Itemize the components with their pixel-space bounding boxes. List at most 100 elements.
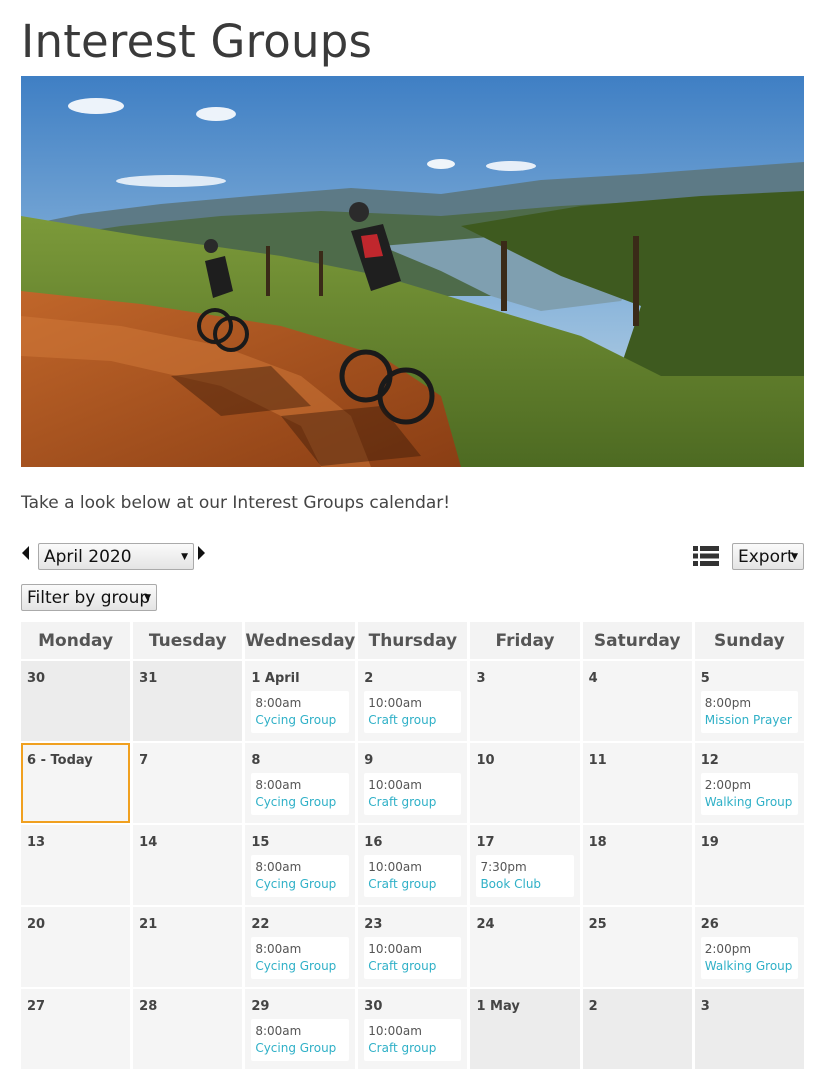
caret-down-icon: ▼ (144, 593, 151, 603)
event-title-link[interactable]: Walking Group (705, 794, 794, 811)
event-time: 10:00am (368, 942, 422, 956)
calendar-day-cell[interactable]: 22 8:00am Cycing Group (245, 907, 356, 987)
filter-by-group-dropdown[interactable]: Filter by group ▼ (21, 584, 157, 611)
calendar-day-cell[interactable]: 17 7:30pm Book Club (470, 825, 580, 905)
day-number: 11 (588, 753, 607, 768)
calendar-event[interactable]: 10:00am Craft group (364, 1019, 462, 1061)
calendar-event[interactable]: 8:00am Cycing Group (251, 937, 350, 979)
day-number: 5 (700, 671, 710, 686)
calendar-day-cell[interactable]: 21 (133, 907, 243, 987)
day-number: 2 (364, 671, 374, 686)
day-number: 15 (251, 835, 270, 850)
calendar-day-cell[interactable]: 4 (582, 661, 692, 741)
day-number: 2 (588, 999, 598, 1014)
calendar-day-cell[interactable]: 16 10:00am Craft group (358, 825, 468, 905)
calendar-week-row: 13 14 15 8:00am Cycing Group 16 10:00am Craft g… (21, 825, 804, 905)
export-dropdown[interactable]: Export ▼ (732, 543, 804, 570)
calendar-day-cell[interactable]: 1 May (470, 989, 580, 1069)
event-title-link[interactable]: Cycing Group (255, 958, 345, 975)
calendar-day-cell[interactable]: 6 - Today (21, 743, 131, 823)
calendar-day-cell[interactable]: 28 (133, 989, 243, 1069)
event-time: 10:00am (368, 696, 422, 710)
calendar-day-cell[interactable]: 25 (582, 907, 692, 987)
calendar-day-cell[interactable]: 23 10:00am Craft group (358, 907, 468, 987)
calendar-event[interactable]: 2:00pm Walking Group (700, 773, 798, 815)
list-icon[interactable] (693, 545, 719, 567)
event-title-link[interactable]: Craft group (368, 794, 457, 811)
event-time: 8:00am (255, 778, 302, 792)
calendar-event[interactable]: 8:00am Cycing Group (251, 1019, 350, 1061)
event-time: 8:00am (255, 942, 302, 956)
calendar-day-cell[interactable]: 2 (582, 989, 692, 1069)
calendar-day-cell[interactable]: 19 (694, 825, 804, 905)
weekday-header-row: Monday Tuesday Wednesday Thursday Friday… (21, 622, 804, 659)
calendar-day-cell[interactable]: 15 8:00am Cycing Group (245, 825, 356, 905)
event-time: 10:00am (368, 778, 422, 792)
triangle-left-icon[interactable] (22, 546, 29, 560)
event-title-link[interactable]: Walking Group (705, 958, 794, 975)
day-number: 1 April (251, 671, 300, 686)
calendar-day-cell[interactable]: 30 10:00am Craft group (358, 989, 468, 1069)
calendar-week-row: 20 21 22 8:00am Cycing Group 23 10:00am Craft g… (21, 907, 804, 987)
event-title-link[interactable]: Cycing Group (255, 1040, 345, 1057)
weekday-header: Saturday (582, 622, 692, 659)
event-title-link[interactable]: Cycing Group (255, 794, 345, 811)
calendar-day-cell[interactable]: 30 (21, 661, 131, 741)
event-title-link[interactable]: Cycing Group (255, 876, 345, 893)
calendar-day-cell[interactable]: 9 10:00am Craft group (358, 743, 468, 823)
event-title-link[interactable]: Book Club (480, 876, 569, 893)
calendar-event[interactable]: 8:00am Cycing Group (251, 691, 350, 733)
calendar-event[interactable]: 2:00pm Walking Group (700, 937, 798, 979)
calendar-day-cell[interactable]: 31 (133, 661, 243, 741)
calendar-event[interactable]: 8:00am Cycing Group (251, 855, 350, 897)
calendar-day-cell[interactable]: 29 8:00am Cycing Group (245, 989, 356, 1069)
calendar-day-cell[interactable]: 12 2:00pm Walking Group (694, 743, 804, 823)
calendar-event[interactable]: 10:00am Craft group (364, 773, 462, 815)
calendar-event[interactable]: 8:00pm Mission Prayer (700, 691, 798, 733)
calendar-day-cell[interactable]: 27 (21, 989, 131, 1069)
calendar-day-cell[interactable]: 2 10:00am Craft group (358, 661, 468, 741)
calendar-day-cell[interactable]: 3 (470, 661, 580, 741)
day-number: 28 (139, 999, 158, 1014)
calendar-day-cell[interactable]: 13 (21, 825, 131, 905)
calendar-day-cell[interactable]: 20 (21, 907, 131, 987)
calendar-day-cell[interactable]: 3 (694, 989, 804, 1069)
calendar-week-row: 30 31 1 April 8:00am Cycing Group 2 10:00am Cra… (21, 661, 804, 741)
hero-image (21, 76, 804, 467)
calendar-day-cell[interactable]: 14 (133, 825, 243, 905)
day-number: 30 (27, 671, 46, 686)
day-number: 3 (476, 671, 486, 686)
calendar-event[interactable]: 10:00am Craft group (364, 691, 462, 733)
calendar-event[interactable]: 7:30pm Book Club (476, 855, 574, 897)
calendar-body: 30 31 1 April 8:00am Cycing Group 2 10:00am Cra… (21, 661, 804, 1069)
event-title-link[interactable]: Craft group (368, 1040, 457, 1057)
calendar-event[interactable]: 10:00am Craft group (364, 937, 462, 979)
day-number: 27 (27, 999, 46, 1014)
calendar-day-cell[interactable]: 24 (470, 907, 580, 987)
calendar-day-cell[interactable]: 11 (582, 743, 692, 823)
calendar-event[interactable]: 8:00am Cycing Group (251, 773, 350, 815)
event-title-link[interactable]: Cycing Group (255, 712, 345, 729)
event-title-link[interactable]: Craft group (368, 876, 457, 893)
calendar-day-cell[interactable]: 1 April 8:00am Cycing Group (245, 661, 356, 741)
day-number: 16 (364, 835, 383, 850)
weekday-header: Thursday (358, 622, 468, 659)
calendar-day-cell[interactable]: 10 (470, 743, 580, 823)
event-title-link[interactable]: Craft group (368, 958, 457, 975)
calendar-day-cell[interactable]: 5 8:00pm Mission Prayer (694, 661, 804, 741)
calendar-day-cell[interactable]: 26 2:00pm Walking Group (694, 907, 804, 987)
day-number: 10 (476, 753, 495, 768)
day-number: 18 (588, 835, 607, 850)
triangle-right-icon[interactable] (198, 546, 205, 560)
calendar-day-cell[interactable]: 7 (133, 743, 243, 823)
month-select[interactable]: April 2020 ▼ (38, 543, 194, 570)
day-number: 22 (251, 917, 270, 932)
event-title-link[interactable]: Mission Prayer (705, 712, 794, 729)
calendar-day-cell[interactable]: 8 8:00am Cycing Group (245, 743, 356, 823)
calendar-day-cell[interactable]: 18 (582, 825, 692, 905)
day-number: 31 (139, 671, 158, 686)
event-title-link[interactable]: Craft group (368, 712, 457, 729)
event-time: 8:00pm (704, 696, 752, 710)
event-time: 10:00am (368, 1024, 422, 1038)
calendar-event[interactable]: 10:00am Craft group (364, 855, 462, 897)
